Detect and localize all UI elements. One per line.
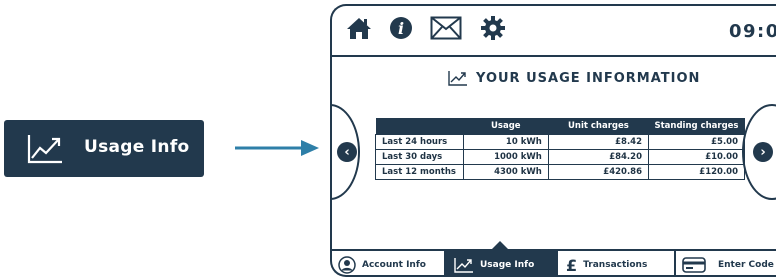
tab-label: Enter Code: [718, 260, 774, 270]
table-header-cell: Usage: [463, 118, 549, 135]
pound-icon: £: [566, 255, 578, 275]
period-cell: Last 30 days: [375, 149, 464, 165]
page-title-text: YOUR USAGE INFORMATION: [476, 70, 701, 86]
prev-page-button[interactable]: ‹: [337, 142, 357, 162]
home-icon[interactable]: [346, 15, 372, 41]
standing-charge-cell: £5.00: [648, 134, 745, 150]
usage-table: Usage Unit charges Standing charges Last…: [375, 118, 745, 180]
user-icon: [338, 256, 356, 274]
usage-info-button-label: Usage Info: [84, 137, 190, 157]
tab-usage-info[interactable]: Usage Info: [444, 251, 558, 275]
table-header-cell: Standing charges: [648, 118, 745, 135]
mail-icon[interactable]: [430, 16, 462, 40]
tab-enter-code[interactable]: Enter Code: [674, 251, 776, 275]
period-cell: Last 12 months: [375, 164, 464, 180]
card-icon: [682, 257, 706, 273]
tab-transactions[interactable]: £ Transactions: [566, 251, 674, 275]
table-row: Last 12 months 4300 kWh £420.86 £120.00: [375, 164, 745, 180]
tab-label: Account Info: [362, 260, 426, 270]
unit-charge-cell: £84.20: [547, 149, 650, 165]
device-screen: i 09:00: [330, 4, 776, 277]
table-row: Last 24 hours 10 kWh £8.42 £5.00: [375, 134, 745, 150]
usage-cell: 10 kWh: [462, 134, 549, 150]
next-page-button[interactable]: ›: [753, 142, 773, 162]
table-row: Last 30 days 1000 kWh £84.20 £10.00: [375, 149, 745, 165]
top-bar: i 09:00: [332, 6, 776, 56]
clock-time: 09:00: [729, 21, 776, 42]
top-divider: [332, 55, 776, 57]
unit-charge-cell: £8.42: [547, 134, 650, 150]
tab-account-info[interactable]: Account Info: [338, 251, 442, 275]
page-title: YOUR USAGE INFORMATION: [448, 66, 700, 90]
tab-label: Usage Info: [480, 260, 535, 270]
arrow-right-icon: [235, 140, 319, 156]
period-cell: Last 24 hours: [375, 134, 464, 150]
usage-cell: 4300 kWh: [462, 164, 549, 180]
svg-text:i: i: [398, 19, 404, 38]
usage-cell: 1000 kWh: [462, 149, 549, 165]
standing-charge-cell: £10.00: [648, 149, 745, 165]
gear-icon[interactable]: [480, 15, 506, 41]
table-header-row: Usage Unit charges Standing charges: [375, 118, 745, 135]
line-chart-icon: [27, 135, 62, 164]
tab-label: Transactions: [583, 260, 648, 270]
standing-charge-cell: £120.00: [648, 164, 745, 180]
line-chart-icon: [448, 71, 467, 86]
usage-info-button[interactable]: Usage Info: [4, 120, 204, 177]
line-chart-icon: [454, 258, 473, 273]
info-icon[interactable]: i: [389, 16, 413, 40]
unit-charge-cell: £420.86: [547, 164, 650, 180]
table-header-cell: [375, 118, 464, 135]
bottom-tab-bar: Account Info Usage Info £ Transactions E…: [332, 249, 776, 275]
table-header-cell: Unit charges: [548, 118, 649, 135]
active-tab-pointer: [492, 241, 508, 249]
